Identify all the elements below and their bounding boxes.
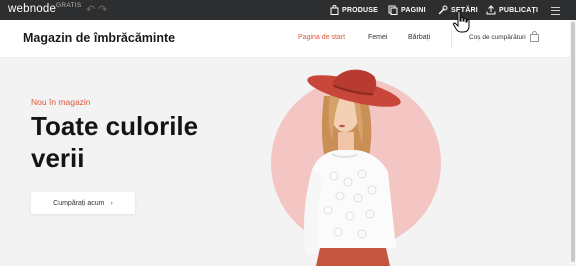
webnode-logo[interactable]: webnode [8,3,56,15]
site-brand[interactable]: Magazin de îmbrăcăminte [23,31,175,45]
pages-label: PAGINI [401,6,426,14]
hamburger-menu-icon[interactable] [551,4,561,16]
site-header: Magazin de îmbrăcăminte Pagina de start … [0,20,570,58]
products-button[interactable]: PRODUSE [330,4,378,16]
nav-men[interactable]: Bărbați [408,34,430,41]
publish-label: PUBLICAȚI [499,6,539,14]
hero-model-image [271,69,441,266]
undo-icon[interactable]: ↶ [86,3,95,16]
pages-icon [388,5,398,15]
hero-headline: Toate culorile verii [31,111,199,173]
hand-pointer-cursor-icon [452,10,470,33]
pages-button[interactable]: PAGINI [388,4,426,16]
page-scrollbar[interactable] [570,20,576,266]
editor-toolbar: webnode GRATIS ↶ ↷ PRODUSE PAGINI SETĂRI… [0,0,576,20]
shop-now-label: Cumpărați acum [53,199,105,207]
nav-home[interactable]: Pagina de start [298,34,345,41]
publish-button[interactable]: PUBLICAȚI [486,4,538,16]
hero-eyebrow: Nou în magazin [31,97,91,107]
scrollbar-thumb[interactable] [571,22,575,262]
shop-now-button[interactable]: Cumpărați acum › [31,192,135,214]
shopping-bag-icon [330,5,339,15]
plan-badge: GRATIS [56,2,82,9]
products-label: PRODUSE [342,6,379,14]
chevron-right-icon: › [110,199,113,207]
cart-bag-icon[interactable] [530,31,539,42]
wrench-icon [438,5,448,15]
hero-section: Nou în magazin Toate culorile verii Cump… [0,58,570,266]
cart-link[interactable]: Coș de cumpărături [469,34,526,41]
nav-women[interactable]: Femei [368,34,387,41]
upload-icon [486,5,496,15]
redo-icon[interactable]: ↷ [98,3,107,16]
